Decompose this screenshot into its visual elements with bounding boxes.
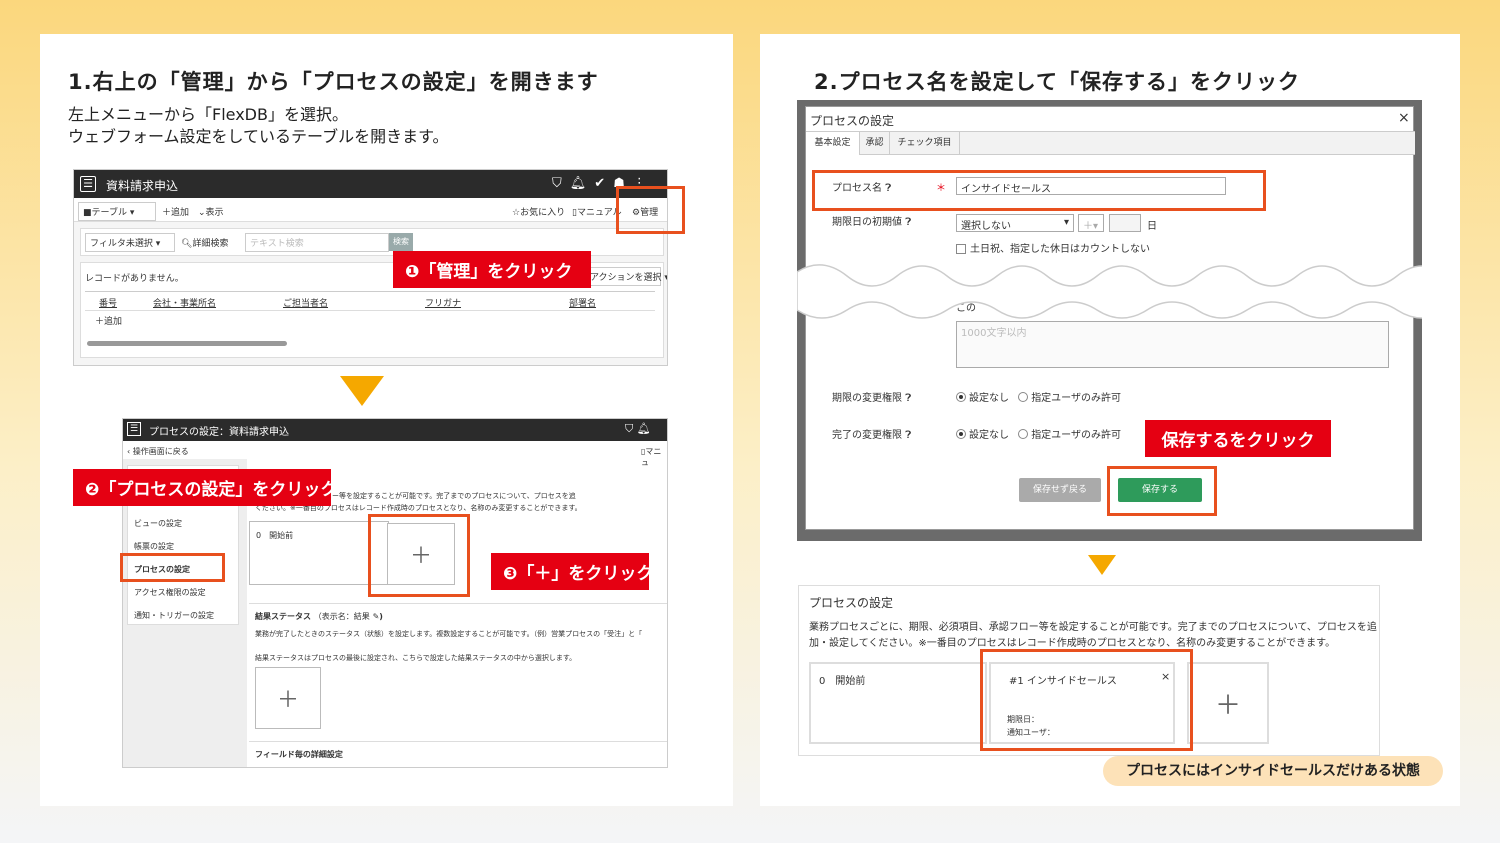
due-days-input[interactable]: [1109, 214, 1141, 232]
step1-title: 1.右上の「管理」から「プロセスの設定」を開きます: [68, 70, 599, 94]
day-unit: 日: [1147, 221, 1157, 232]
add-process-button[interactable]: ＋: [1187, 662, 1269, 744]
done-opt-none[interactable]: 設定なし: [956, 429, 1009, 441]
step3-callout: ❸「＋」をクリック: [491, 553, 653, 590]
field-detail-title: フィールド毎の詳細設定: [255, 750, 343, 759]
tab-basic[interactable]: 基本設定: [806, 132, 860, 155]
detail-search-link[interactable]: 🔍︎詳細検索: [181, 236, 228, 249]
col-number[interactable]: 番号: [99, 296, 117, 309]
description-textarea[interactable]: 1000文字以内: [956, 321, 1389, 368]
app-header: ☰ 資料請求申込 ⛉🔔︎✔☗⋮: [74, 170, 667, 198]
check-icon[interactable]: ✔: [594, 176, 613, 191]
col-company[interactable]: 会社・事業所名: [153, 296, 216, 309]
toolbar: ■テーブル ▾ ＋追加 ⌄表示 ☆お気に入り ▯マニュアル ⚙管理: [74, 198, 667, 222]
right-step-panel: 2.プロセス名を設定して「保存する」をクリック プロセスの設定 × 基本設定 承…: [760, 34, 1460, 806]
bookmark-icon[interactable]: ⛉: [625, 422, 633, 435]
bell-icon[interactable]: 🔔︎: [637, 422, 651, 435]
search-button[interactable]: 検索: [389, 233, 413, 251]
help-icon: ❓︎: [905, 217, 912, 228]
initial-process-card: 0 開始前: [809, 662, 987, 744]
process-menu-highlight-box: [120, 553, 225, 582]
add-button[interactable]: ＋追加: [162, 205, 189, 218]
view-select[interactable]: ■テーブル ▾: [78, 202, 156, 221]
hamburger-menu-icon[interactable]: ☰: [127, 422, 141, 436]
new-process-highlight-box: [980, 649, 1193, 751]
search-icon: 🔍︎: [181, 239, 193, 249]
bell-icon[interactable]: 🔔︎: [570, 176, 595, 191]
tab-check-items[interactable]: チェック項目: [890, 132, 960, 155]
menu-view-settings[interactable]: ビューの設定: [134, 518, 182, 529]
cancel-button[interactable]: 保存せず戻る: [1019, 478, 1101, 502]
view-button[interactable]: ⌄表示: [198, 205, 224, 218]
save-callout: 保存するをクリック: [1145, 420, 1331, 457]
step1-desc-line2: ウェブフォーム設定をしているテーブルを開きます。: [68, 127, 449, 146]
plus-highlight-box: [368, 514, 470, 597]
text-search-input[interactable]: テキスト検索: [245, 233, 389, 252]
due-opt-none[interactable]: 設定なし: [956, 392, 1009, 404]
due-permission-label: 期限の変更権限 ❓︎: [832, 393, 912, 404]
tab-approval[interactable]: 承認: [860, 132, 890, 155]
result-status-title: 結果ステータス （表示名：結果 ✎): [255, 612, 383, 621]
due-select[interactable]: 選択しない ▾: [956, 214, 1074, 232]
manage-highlight-box: [616, 186, 685, 234]
process-header: ☰ プロセスの設定：資料請求申込 ⛉ 🔔︎: [123, 419, 667, 441]
result-desc-line2: 加・設定してください。※一番目のプロセスはレコード作成時のプロセスとなり、名称の…: [809, 638, 1336, 649]
close-icon[interactable]: ×: [1398, 110, 1410, 126]
no-records-text: レコードがありません。: [85, 274, 184, 284]
weekend-checkbox[interactable]: 土日祝、指定した休日はカウントしない: [956, 240, 1150, 255]
edit-icon[interactable]: ✎: [373, 612, 380, 621]
menu-notification-settings[interactable]: 通知・トリガーの設定: [134, 610, 214, 621]
down-arrow-icon: [340, 376, 384, 406]
records-table: 番号 会社・事業所名 ご担当者名 フリガナ 部署名 ＋追加: [85, 291, 655, 327]
step1-desc-line1: 左上メニューから「FlexDB」を選択。: [68, 105, 348, 124]
due-offset-select[interactable]: ＋▾: [1078, 214, 1104, 232]
add-result-status-button[interactable]: ＋: [255, 667, 321, 729]
back-link[interactable]: ‹ 操作画面に戻る: [127, 446, 189, 457]
col-furigana[interactable]: フリガナ: [425, 296, 461, 309]
result-status-sub: （表示名：結果: [313, 612, 370, 621]
status-note: プロセスにはインサイドセールスだけある状態: [1103, 756, 1443, 786]
initial-process-label: 0 開始前: [256, 531, 294, 540]
initial-process-label: 0 開始前: [819, 676, 866, 687]
left-step-panel: 1.右上の「管理」から「プロセスの設定」を開きます 左上メニューから「FlexD…: [40, 34, 733, 806]
result-desc-line1: 業務プロセスごとに、期限、必須項目、承認フロー等を設定することが可能です。完了ま…: [809, 622, 1377, 633]
done-permission-options: 設定なし 指定ユーザのみ許可: [956, 426, 1121, 441]
step1-callout: ❶「管理」をクリック: [393, 251, 591, 288]
col-contact[interactable]: ご担当者名: [283, 296, 328, 309]
due-opt-user[interactable]: 指定ユーザのみ許可: [1018, 392, 1121, 404]
col-department[interactable]: 部署名: [569, 296, 596, 309]
process-header-title: プロセスの設定：資料請求申込: [149, 427, 289, 438]
result-desc-line1: 業務が完了したときのステータス（状態）を設定します。複数設定することが可能です。…: [255, 630, 643, 638]
bookmark-icon[interactable]: ⛉: [552, 176, 570, 191]
result-desc-line2: 結果ステータスはプロセスの最後に設定され、こちらで設定した結果ステータスの中から…: [255, 654, 577, 662]
wavy-break: [797, 264, 1422, 319]
dialog-title: プロセスの設定: [810, 114, 895, 128]
step2-callout: ❷「プロセスの設定」をクリック: [73, 469, 337, 506]
done-permission-label: 完了の変更権限 ❓︎: [832, 430, 912, 441]
down-arrow-icon: [1088, 555, 1116, 575]
menu-access-settings[interactable]: アクセス権限の設定: [134, 587, 206, 598]
help-icon: ❓︎: [905, 393, 912, 404]
save-highlight-box: [1107, 466, 1217, 516]
help-icon: ❓︎: [905, 430, 912, 441]
horizontal-scrollbar[interactable]: [87, 341, 287, 346]
process-name-highlight-box: [812, 170, 1266, 211]
step2-title: 2.プロセス名を設定して「保存する」をクリック: [814, 70, 1300, 94]
done-opt-user[interactable]: 指定ユーザのみ許可: [1018, 429, 1121, 441]
favorite-button[interactable]: ☆お気に入り: [512, 205, 565, 218]
filter-select[interactable]: フィルタ未選択 ▾: [85, 233, 175, 252]
hamburger-menu-icon[interactable]: ☰: [80, 176, 96, 192]
manual-link[interactable]: ▯マニュ: [641, 446, 667, 468]
manual-button[interactable]: ▯マニュアル: [572, 205, 622, 218]
app-title: 資料請求申込: [106, 179, 179, 193]
due-permission-options: 設定なし 指定ユーザのみ許可: [956, 389, 1121, 404]
menu-form-settings[interactable]: 帳票の設定: [134, 541, 174, 552]
header-icons: ⛉ 🔔︎: [625, 422, 651, 436]
due-default-label: 期限日の初期値 ❓︎: [832, 217, 912, 228]
dialog-tabs: 基本設定 承認 チェック項目: [806, 131, 1415, 155]
add-row-button[interactable]: ＋追加: [95, 314, 122, 327]
result-title: プロセスの設定: [809, 596, 894, 610]
action-select[interactable]: アクションを選択 ▾: [585, 267, 667, 286]
